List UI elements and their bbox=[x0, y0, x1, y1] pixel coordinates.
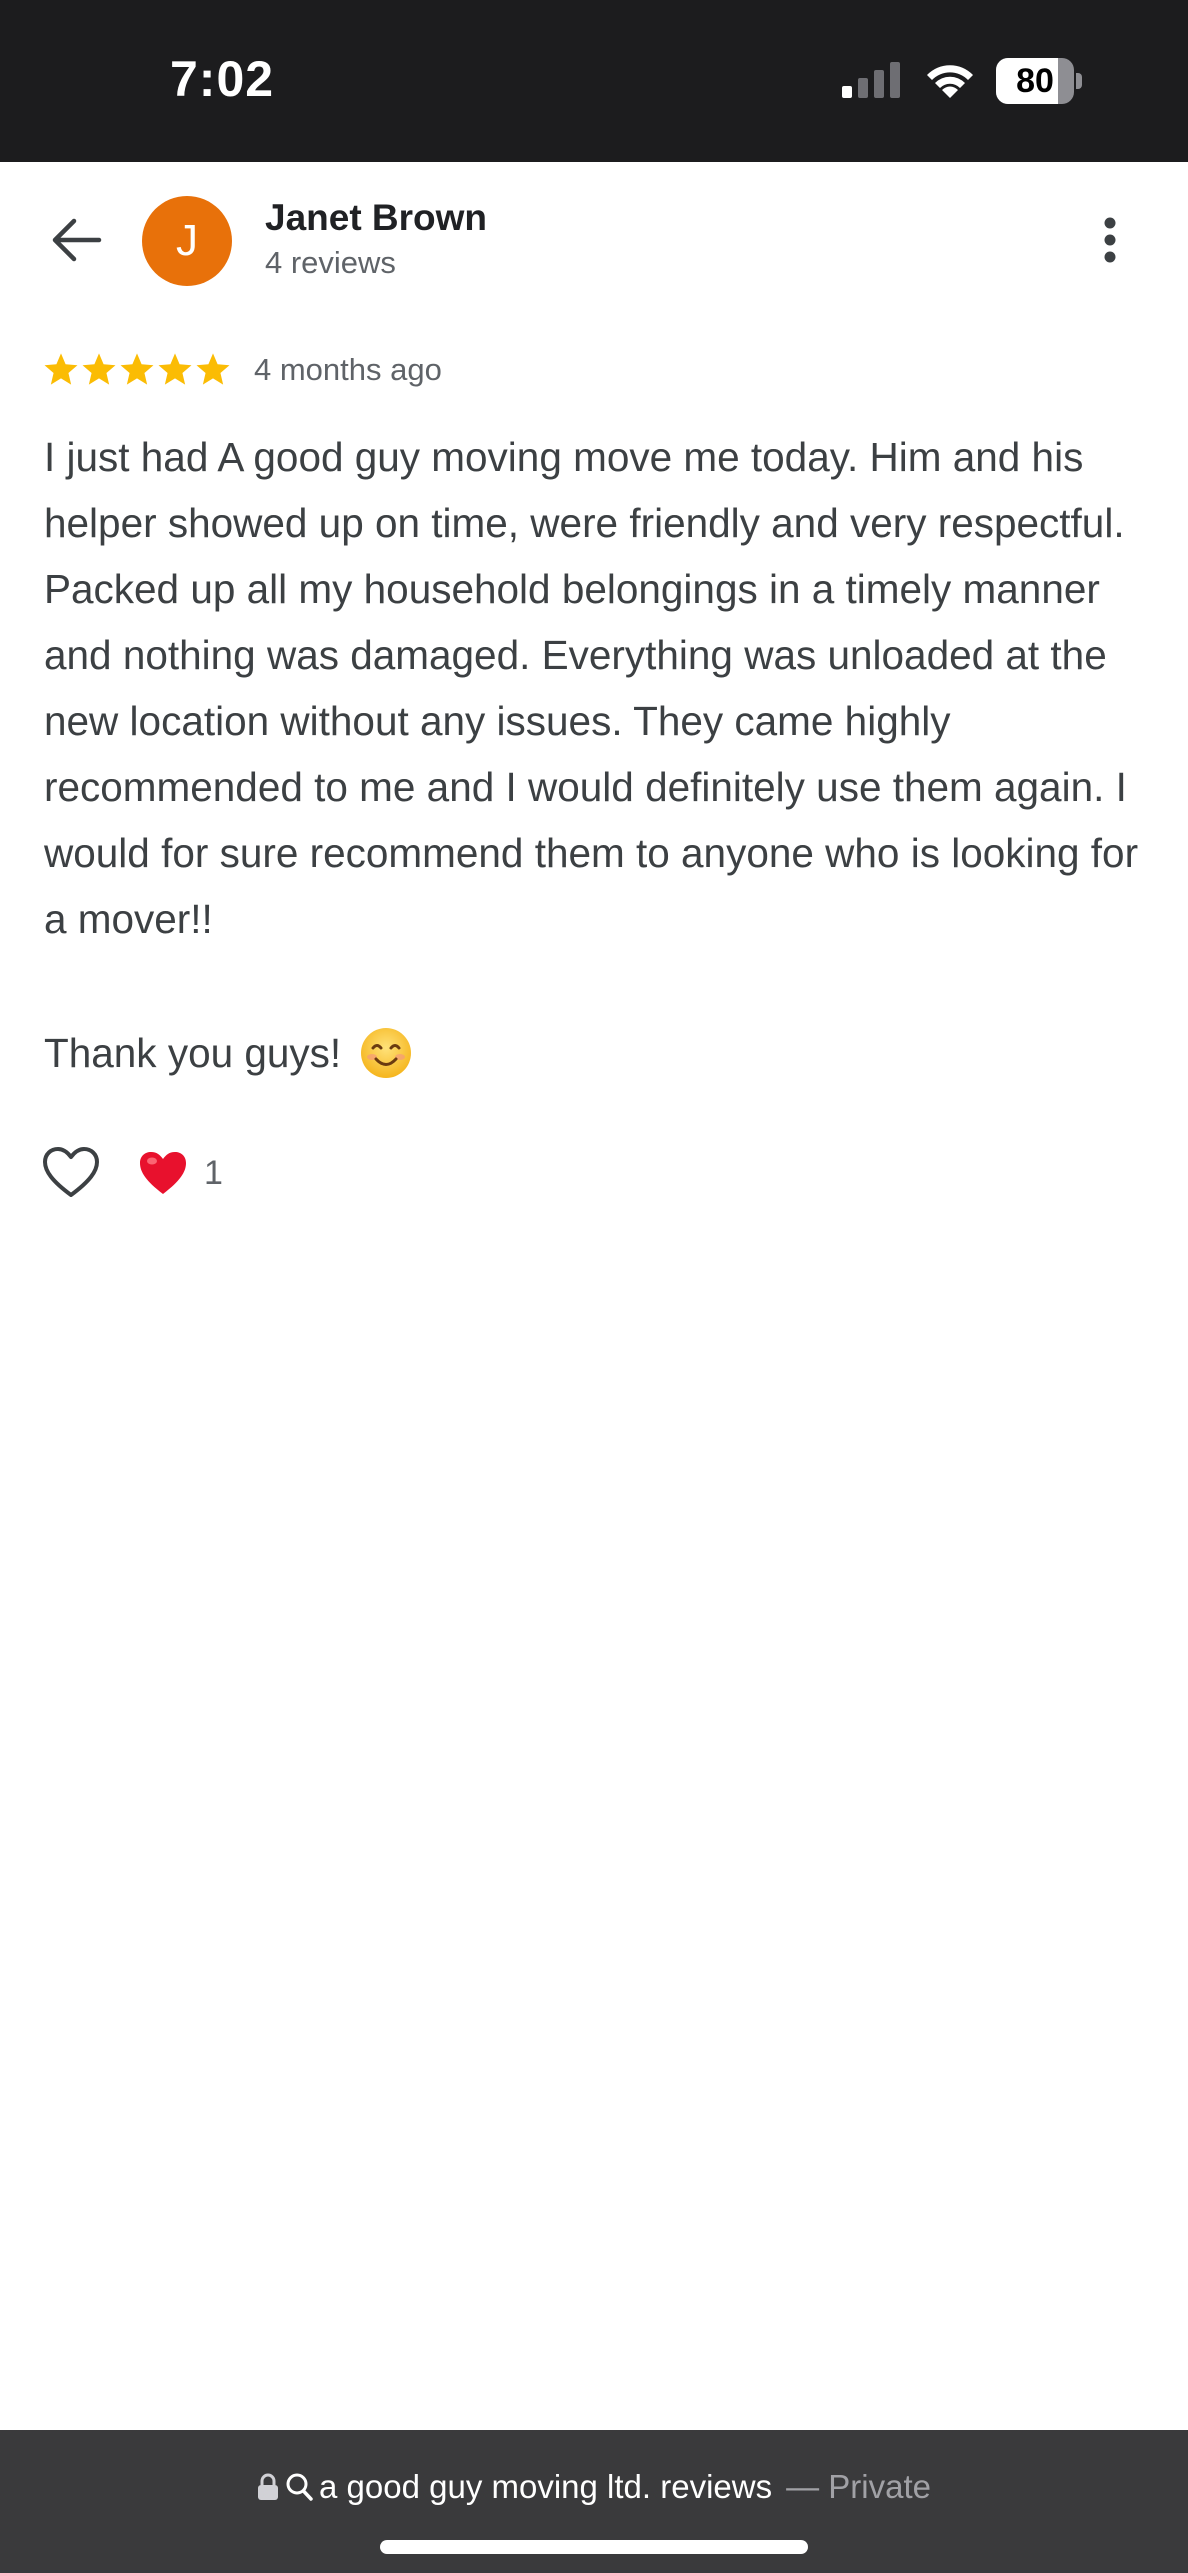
url-row[interactable]: a good guy moving ltd. reviews — Private bbox=[0, 2462, 1188, 2512]
more-options-button[interactable] bbox=[1088, 200, 1132, 280]
reaction-summary[interactable]: 1 bbox=[138, 1148, 223, 1198]
star-rating bbox=[42, 351, 232, 389]
star-icon bbox=[44, 353, 78, 385]
smiling-face-icon bbox=[361, 1028, 412, 1078]
screen: 7:02 80 J Janet Brown 4 reviews 4 months… bbox=[0, 0, 1188, 2573]
avatar[interactable]: J bbox=[142, 196, 232, 286]
battery-indicator: 80 bbox=[996, 58, 1082, 104]
status-bar: 7:02 80 bbox=[0, 0, 1188, 162]
like-button[interactable] bbox=[40, 1142, 102, 1204]
rating-row: 4 months ago bbox=[42, 349, 442, 391]
avatar-initial: J bbox=[176, 216, 198, 265]
battery-cap bbox=[1076, 73, 1082, 89]
battery-level: 80 bbox=[1016, 62, 1054, 100]
reviewer-name[interactable]: Janet Brown bbox=[265, 197, 487, 239]
more-vertical-icon bbox=[1104, 217, 1116, 263]
star-icon bbox=[196, 353, 230, 385]
red-heart-icon bbox=[140, 1152, 186, 1194]
url-bar[interactable]: a good guy moving ltd. reviews — Private bbox=[0, 2430, 1188, 2573]
heart-outline-icon bbox=[43, 1147, 99, 1197]
review-date: 4 months ago bbox=[254, 352, 442, 387]
star-icon bbox=[120, 353, 154, 385]
wifi-icon bbox=[927, 65, 973, 98]
private-label: — Private bbox=[786, 2468, 931, 2505]
star-icon bbox=[158, 353, 192, 385]
review-body: I just had A good guy moving move me tod… bbox=[44, 434, 1139, 942]
search-icon bbox=[286, 2473, 313, 2501]
back-button[interactable] bbox=[40, 200, 114, 280]
arrow-left-icon bbox=[52, 218, 102, 262]
home-indicator[interactable] bbox=[380, 2540, 808, 2554]
star-icon bbox=[82, 353, 116, 385]
battery-body: 80 bbox=[996, 58, 1074, 104]
lock-icon bbox=[258, 2473, 279, 2500]
status-time: 7:02 bbox=[170, 51, 275, 107]
url-text: a good guy moving ltd. reviews bbox=[319, 2468, 773, 2505]
reviewer-review-count: 4 reviews bbox=[265, 245, 396, 280]
cellular-signal-icon bbox=[842, 62, 900, 98]
reaction-count: 1 bbox=[204, 1153, 223, 1192]
review-closing-text: Thank you guys! bbox=[44, 1030, 342, 1076]
review-closing: Thank you guys! bbox=[44, 1020, 413, 1086]
